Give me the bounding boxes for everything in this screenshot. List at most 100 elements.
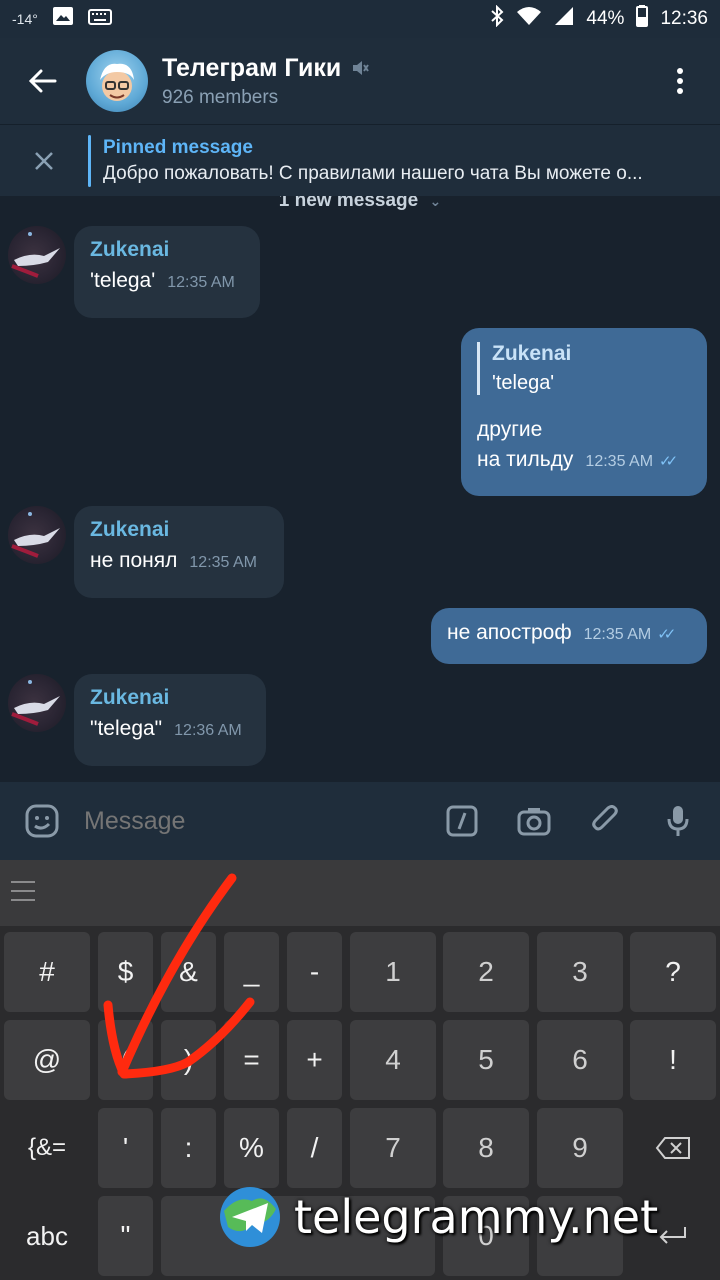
message-text: 'telega' xyxy=(90,269,156,292)
message-bubble-outgoing[interactable]: не апостроф 12:35 AM ✓✓ xyxy=(431,608,707,664)
clock: 12:36 xyxy=(660,8,708,29)
key[interactable]: 3 xyxy=(537,932,623,1012)
chat-header: Телеграм Гики 926 members xyxy=(0,38,720,124)
keyboard-icon xyxy=(87,8,112,31)
message-bubble-incoming[interactable]: Zukenai 'telega' 12:35 AM xyxy=(74,226,260,318)
microphone-icon xyxy=(667,806,689,836)
user-avatar-image xyxy=(11,680,60,726)
key[interactable]: + xyxy=(287,1020,342,1100)
key[interactable]: ) xyxy=(161,1020,216,1100)
key[interactable]: ? xyxy=(630,932,716,1012)
member-count: 926 members xyxy=(162,86,279,108)
key[interactable]: / xyxy=(287,1108,342,1188)
message-text: не понял xyxy=(90,549,178,572)
sender-name[interactable]: Zukenai xyxy=(90,686,250,710)
message-time: 12:35 AM xyxy=(167,274,235,291)
message-bubble-incoming[interactable]: Zukenai не понял 12:35 AM xyxy=(74,506,284,598)
reply-text: 'telega' xyxy=(492,372,555,394)
muted-icon xyxy=(353,61,370,75)
symbols-page-key[interactable]: {&= xyxy=(4,1108,90,1188)
slash-command-icon xyxy=(446,805,478,837)
double-check-icon: ✓✓ xyxy=(657,626,676,643)
key[interactable]: 7 xyxy=(350,1108,436,1188)
pinned-text: Добро пожаловать! С правилами нашего чат… xyxy=(103,162,643,184)
key[interactable]: 9 xyxy=(537,1108,623,1188)
message-time: 12:35 AM xyxy=(585,453,654,470)
status-bar: -14° 44% 12:36 xyxy=(0,0,720,38)
key[interactable]: @ xyxy=(4,1020,90,1100)
abc-key[interactable]: abc xyxy=(4,1196,90,1276)
double-check-icon: ✓✓ xyxy=(659,453,678,470)
enter-icon xyxy=(659,1227,686,1244)
key[interactable]: 6 xyxy=(537,1020,623,1100)
more-options-button[interactable] xyxy=(640,38,720,124)
bot-commands-button[interactable] xyxy=(434,793,490,849)
key[interactable]: _ xyxy=(224,932,279,1012)
key[interactable]: 2 xyxy=(443,932,529,1012)
user-avatar-image xyxy=(11,232,60,278)
message-bubble-incoming[interactable]: Zukenai "telega" 12:36 AM xyxy=(74,674,266,766)
pinned-accent-bar xyxy=(88,134,91,187)
reply-quote[interactable]: Zukenai 'telega' xyxy=(477,342,691,395)
key[interactable]: 5 xyxy=(443,1020,529,1100)
key[interactable]: 4 xyxy=(350,1020,436,1100)
message-time: 12:35 AM xyxy=(583,626,652,643)
camera-icon xyxy=(517,808,551,836)
close-pinned-button[interactable] xyxy=(0,125,88,197)
key[interactable]: # xyxy=(4,932,90,1012)
more-vertical-icon xyxy=(677,68,683,94)
message-time: 12:36 AM xyxy=(174,722,242,739)
chat-title[interactable]: Телеграм Гики xyxy=(162,54,341,83)
key[interactable]: : xyxy=(161,1108,216,1188)
signal-icon xyxy=(554,6,574,32)
sender-name[interactable]: Zukenai xyxy=(90,238,244,262)
back-arrow-icon xyxy=(29,69,57,93)
message-bubble-outgoing[interactable]: Zukenai 'telega' другие на тильду 12:35 … xyxy=(461,328,707,496)
avatar[interactable] xyxy=(8,226,66,284)
key[interactable]: % xyxy=(224,1108,279,1188)
message-text: "telega" xyxy=(90,717,163,740)
sender-name[interactable]: Zukenai xyxy=(90,518,268,542)
group-avatar-image xyxy=(100,63,134,101)
message-input[interactable] xyxy=(84,806,414,836)
group-avatar[interactable] xyxy=(86,50,148,112)
temperature-indicator: -14° xyxy=(12,11,38,27)
telegram-globe-icon xyxy=(220,1187,280,1247)
sticker-emoji-icon xyxy=(25,804,59,838)
watermark: telegrammy.net xyxy=(218,1185,658,1249)
message-text-line2: на тильду xyxy=(477,448,574,471)
wifi-icon xyxy=(516,6,542,32)
message-list[interactable]: 1 new message ⌄ Zukenai 'telega' 12:35 A… xyxy=(0,196,720,782)
keyboard-toolbar xyxy=(0,860,720,926)
emoji-button[interactable] xyxy=(14,793,70,849)
attach-button[interactable] xyxy=(578,793,634,849)
watermark-text: telegrammy.net xyxy=(294,1190,659,1244)
new-message-divider: 1 new message ⌄ xyxy=(0,196,720,212)
battery-percent: 44% xyxy=(586,8,625,29)
key[interactable]: 1 xyxy=(350,932,436,1012)
camera-button[interactable] xyxy=(506,793,562,849)
key[interactable]: ' xyxy=(98,1108,153,1188)
key[interactable]: = xyxy=(224,1020,279,1100)
key[interactable]: " xyxy=(98,1196,153,1276)
key[interactable]: - xyxy=(287,932,342,1012)
back-button[interactable] xyxy=(0,38,86,124)
pinned-title: Pinned message xyxy=(103,136,253,158)
message-text-line1: другие xyxy=(477,418,543,441)
key[interactable]: $ xyxy=(98,932,153,1012)
pinned-message-bar[interactable]: Pinned message Добро пожаловать! С прави… xyxy=(0,124,720,196)
key[interactable]: ! xyxy=(630,1020,716,1100)
avatar[interactable] xyxy=(8,674,66,732)
key[interactable]: & xyxy=(161,932,216,1012)
key[interactable]: ( xyxy=(98,1020,153,1100)
bluetooth-icon xyxy=(490,4,504,33)
key[interactable]: 8 xyxy=(443,1108,529,1188)
keyboard-menu-button[interactable] xyxy=(10,880,36,907)
gallery-icon xyxy=(52,6,74,32)
backspace-key[interactable] xyxy=(630,1108,716,1188)
message-text: не апостроф xyxy=(447,621,572,644)
user-avatar-image xyxy=(11,512,60,558)
battery-icon xyxy=(636,5,649,33)
avatar[interactable] xyxy=(8,506,66,564)
voice-record-button[interactable] xyxy=(650,793,706,849)
